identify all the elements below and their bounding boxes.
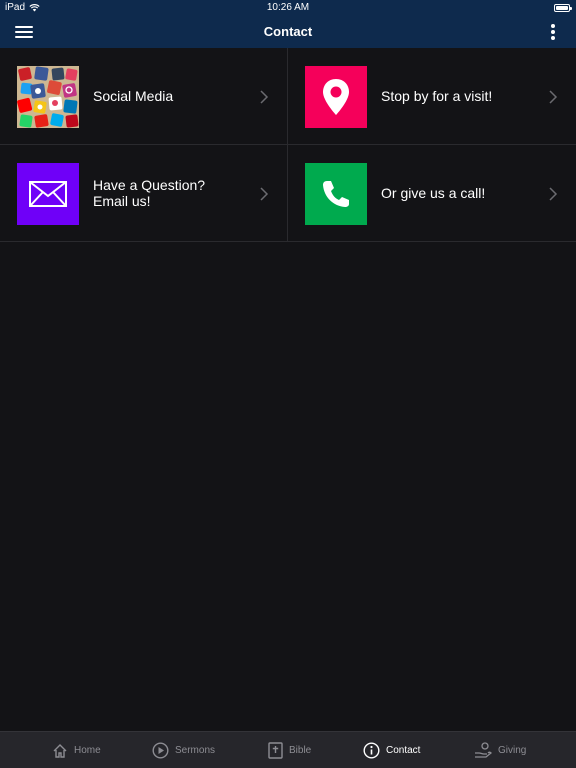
tile-visit[interactable]: Stop by for a visit! (288, 48, 576, 145)
giving-hand-icon (475, 742, 492, 758)
tile-social-media[interactable]: Social Media (0, 48, 288, 145)
tile-label-line1: Have a Question? (93, 177, 206, 193)
chevron-right-icon (260, 187, 269, 201)
tile-label: Social Media (93, 48, 251, 144)
tile-label: Stop by for a visit! (381, 48, 540, 144)
envelope-icon (17, 163, 79, 225)
contact-grid: Social Media Stop by for a visit! Have a… (0, 48, 576, 243)
tab-bar: Home Sermons Bible Contact Giving (0, 731, 576, 768)
tile-label-line1: Or give us a call! (381, 185, 486, 201)
tile-email[interactable]: Have a Question? Email us! (0, 145, 288, 242)
tab-label: Giving (498, 745, 527, 756)
tile-label: Have a Question? Email us! (93, 145, 251, 241)
tab-sermons[interactable]: Sermons (152, 732, 215, 768)
chevron-right-icon (549, 90, 558, 104)
phone-icon (305, 163, 367, 225)
tab-label: Contact (386, 745, 421, 756)
tab-label: Home (74, 745, 101, 756)
status-bar: iPad 10:26 AM (0, 0, 576, 16)
social-media-collage-icon (17, 66, 79, 128)
more-options-icon[interactable] (550, 23, 556, 41)
nav-bar: Contact (0, 16, 576, 48)
tab-label: Bible (289, 745, 312, 756)
tab-contact[interactable]: Contact (363, 732, 420, 768)
home-icon (53, 743, 67, 758)
chevron-right-icon (260, 90, 269, 104)
battery-icon (554, 4, 572, 12)
tile-label: Or give us a call! (381, 145, 540, 241)
tab-giving[interactable]: Giving (474, 732, 526, 768)
tile-label-line1: Social Media (93, 88, 174, 104)
status-time: 10:26 AM (266, 2, 310, 13)
tab-home[interactable]: Home (52, 732, 101, 768)
info-icon (363, 742, 380, 759)
map-pin-icon (305, 66, 367, 128)
bible-icon (268, 742, 283, 759)
tile-label-line1: Stop by for a visit! (381, 88, 493, 104)
tab-label: Sermons (175, 745, 216, 756)
tile-call[interactable]: Or give us a call! (288, 145, 576, 242)
chevron-right-icon (549, 187, 558, 201)
tile-label-line2: Email us! (93, 193, 151, 209)
tab-bible[interactable]: Bible (268, 732, 311, 768)
page-title: Contact (263, 24, 313, 39)
play-circle-icon (152, 742, 169, 759)
